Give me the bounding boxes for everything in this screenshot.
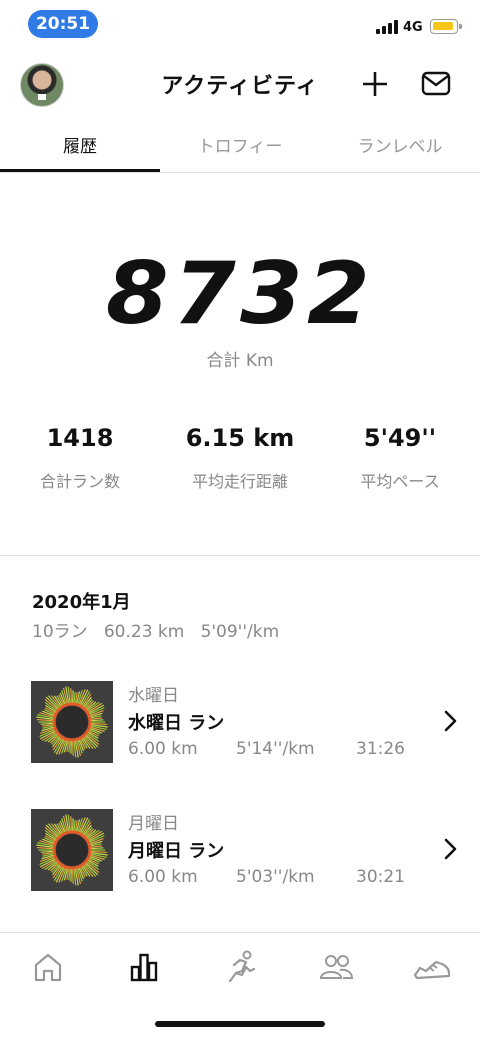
stat-value: 1418 [46, 424, 114, 452]
stat-value: 6.15 km [185, 424, 295, 452]
cellular-signal-icon [376, 20, 400, 34]
month-runs: 10ラン [32, 622, 88, 642]
mail-icon[interactable] [420, 69, 452, 99]
month-distance: 60.23 km [103, 622, 185, 642]
run-name: 月曜日 ラン [128, 841, 225, 862]
tab-history[interactable]: 履歴 [0, 118, 160, 172]
page-title: アクティビティ [161, 74, 319, 99]
run-name: 水曜日 ラン [128, 713, 225, 734]
bottom-nav [0, 932, 480, 1003]
run-route-thumbnail [31, 681, 113, 763]
stat-label: 平均ペース [360, 472, 440, 491]
network-type: 4G [403, 20, 423, 35]
tab-bar: 履歴 トロフィー ランレベル [0, 118, 480, 173]
run-route-thumbnail [31, 809, 113, 891]
total-distance-label: 合計 Km [206, 351, 274, 371]
run-day: 月曜日 [128, 814, 179, 834]
month-pace: 5'09''/km [200, 622, 280, 642]
tab-trophies[interactable]: トロフィー [160, 118, 320, 170]
chevron-right-icon[interactable] [440, 709, 460, 733]
stat-value: 5'49'' [363, 424, 437, 452]
battery-icon [430, 19, 462, 34]
run-pace: 5'03''/km [236, 867, 315, 887]
run-list-item[interactable]: 水曜日 水曜日 ラン 6.00 km 5'14''/km 31:26 [0, 681, 480, 781]
run-list-item[interactable]: 月曜日 月曜日 ラン 6.00 km 5'03''/km 30:21 [0, 809, 480, 909]
app-header: アクティビティ [0, 52, 480, 116]
run-duration: 30:21 [356, 867, 405, 887]
run-duration: 31:26 [356, 739, 405, 759]
stat-label: 平均走行距離 [191, 472, 288, 491]
run-distance: 6.00 km [128, 739, 198, 759]
tab-run-level[interactable]: ランレベル [320, 118, 480, 170]
run-day: 水曜日 [128, 686, 179, 706]
chevron-right-icon[interactable] [440, 837, 460, 861]
run-pace: 5'14''/km [236, 739, 315, 759]
run-distance: 6.00 km [128, 867, 198, 887]
month-title: 2020年1月 [32, 592, 131, 613]
stat-label: 合計ラン数 [39, 472, 120, 491]
status-time: 20:51 [28, 10, 98, 38]
divider [0, 555, 480, 556]
activity-chart-icon[interactable] [124, 947, 164, 987]
home-indicator [155, 1021, 325, 1027]
community-icon[interactable] [316, 947, 356, 987]
run-icon[interactable] [220, 947, 260, 987]
month-summary: 10ラン 60.23 km 5'09''/km [32, 617, 279, 642]
stat-total-runs: 1418 合計ラン数 [0, 424, 160, 492]
stats-row: 1418 合計ラン数 6.15 km 平均走行距離 5'49'' 平均ペース [0, 424, 480, 494]
total-distance-value: 8732 [105, 244, 375, 344]
home-icon[interactable] [28, 947, 68, 987]
shoe-icon[interactable] [412, 947, 452, 987]
status-bar: 20:51 4G [0, 0, 480, 48]
stat-average-distance: 6.15 km 平均走行距離 [160, 424, 320, 492]
plus-icon[interactable] [360, 69, 390, 99]
stat-average-pace: 5'49'' 平均ペース [320, 424, 480, 492]
